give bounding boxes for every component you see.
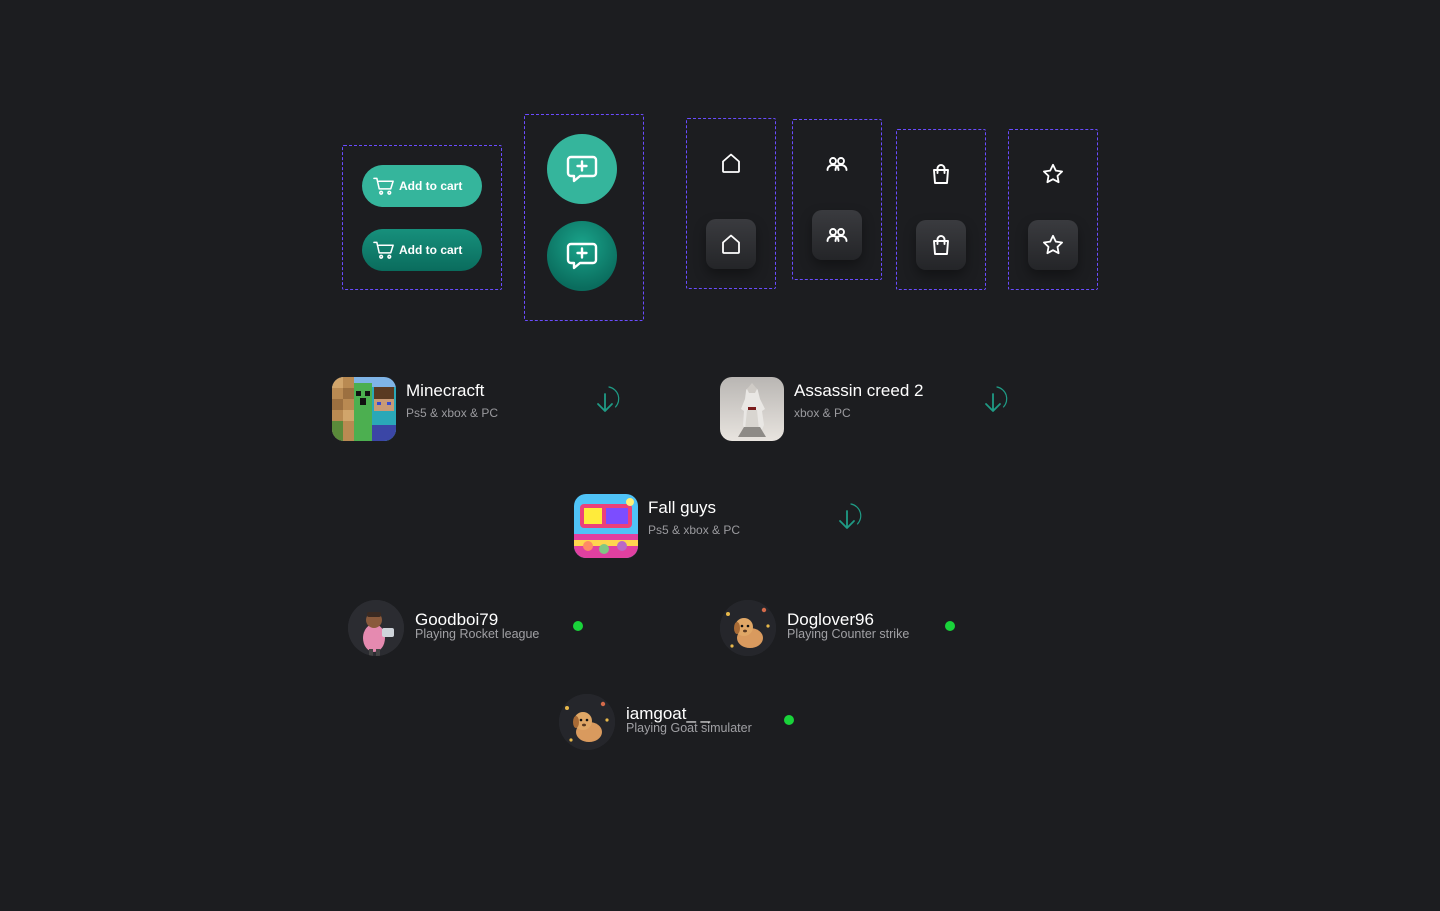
- friend-status: Playing Rocket league: [415, 627, 540, 641]
- favorites-nav-button-active[interactable]: [1028, 220, 1078, 270]
- game-thumbnail: [574, 494, 638, 558]
- home-nav-button[interactable]: [706, 138, 756, 188]
- game-card-assassin-creed[interactable]: Assassin creed 2 xbox & PC: [720, 377, 1020, 441]
- game-title: Fall guys: [648, 498, 717, 517]
- online-indicator: [784, 715, 794, 725]
- add-to-cart-button[interactable]: Add to cart: [362, 165, 482, 207]
- download-icon[interactable]: [975, 383, 1011, 419]
- game-title: Assassin creed 2: [794, 381, 924, 400]
- star-icon: [1043, 163, 1063, 184]
- game-title: Minecracft: [406, 381, 485, 400]
- favorites-icon-variants-frame: [1008, 129, 1098, 290]
- users-icon: [826, 228, 848, 242]
- download-icon[interactable]: [587, 383, 623, 419]
- new-chat-button[interactable]: [547, 134, 617, 204]
- avatar: [720, 600, 776, 656]
- online-indicator: [573, 621, 583, 631]
- chat-add-icon: [566, 242, 598, 270]
- friends-nav-button[interactable]: [812, 139, 862, 189]
- shop-nav-button-active[interactable]: [916, 220, 966, 270]
- game-platforms: xbox & PC: [794, 406, 851, 420]
- friend-item-goodboi79[interactable]: Goodboi79 Playing Rocket league: [348, 600, 588, 656]
- friends-icon-variants-frame: [792, 119, 882, 280]
- chat-button-variants-frame: [524, 114, 644, 321]
- cart-icon: [373, 177, 394, 195]
- add-to-cart-label: Add to cart: [399, 243, 463, 257]
- avatar: [348, 600, 404, 656]
- friend-item-iamgoat[interactable]: iamgoat_ _ Playing Goat simulater: [559, 694, 799, 750]
- chat-add-icon: [566, 155, 598, 183]
- home-icon: [722, 234, 740, 254]
- friends-nav-button-active[interactable]: [812, 210, 862, 260]
- home-icon: [722, 153, 740, 173]
- add-to-cart-button-pressed[interactable]: Add to cart: [362, 229, 482, 271]
- friend-item-doglover96[interactable]: Doglover96 Playing Counter strike: [720, 600, 960, 656]
- add-to-cart-label: Add to cart: [399, 179, 463, 193]
- star-icon: [1043, 234, 1063, 255]
- game-platforms: Ps5 & xbox & PC: [648, 523, 741, 537]
- game-platforms: Ps5 & xbox & PC: [406, 406, 499, 420]
- home-icon-variants-frame: [686, 118, 776, 289]
- shopping-bag-icon: [933, 164, 949, 184]
- avatar: [559, 694, 615, 750]
- cart-icon: [373, 241, 394, 259]
- shop-icon-variants-frame: [896, 129, 986, 290]
- favorites-nav-button[interactable]: [1028, 149, 1078, 199]
- friend-status: Playing Goat simulater: [626, 721, 752, 735]
- shop-nav-button[interactable]: [916, 149, 966, 199]
- friend-status: Playing Counter strike: [787, 627, 910, 641]
- game-card-fall-guys[interactable]: Fall guys Ps5 & xbox & PC: [574, 494, 874, 558]
- game-card-minecraft[interactable]: Minecracft Ps5 & xbox & PC: [332, 377, 632, 441]
- download-icon[interactable]: [829, 500, 865, 536]
- game-thumbnail: [332, 377, 396, 441]
- users-icon: [826, 157, 848, 171]
- add-to-cart-variants-frame: Add to cart Add to cart: [342, 145, 502, 290]
- online-indicator: [945, 621, 955, 631]
- game-thumbnail: [720, 377, 784, 441]
- shopping-bag-icon: [933, 235, 949, 255]
- home-nav-button-active[interactable]: [706, 219, 756, 269]
- new-chat-button-pressed[interactable]: [547, 221, 617, 291]
